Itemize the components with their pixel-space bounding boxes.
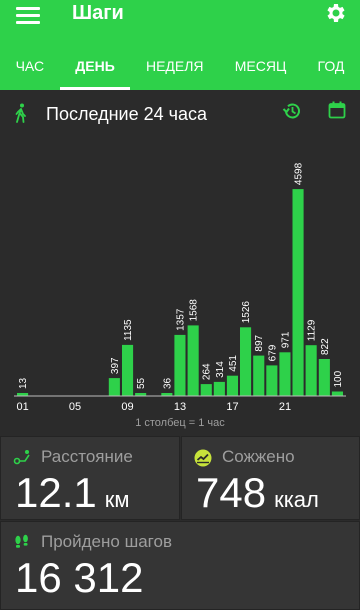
steps-value: 16 312 — [15, 554, 144, 601]
bar-value-label: 897 — [254, 334, 265, 351]
tab-week[interactable]: НЕДЕЛЯ — [130, 48, 219, 90]
bar-value-label: 1568 — [189, 299, 200, 322]
burned-card[interactable]: Сожжено 748 ккал — [181, 436, 360, 520]
menu-icon[interactable] — [16, 4, 40, 24]
burned-value-row: 748 ккал — [196, 469, 319, 524]
distance-value-row: 12.1 км — [15, 469, 130, 524]
period-bar: Последние 24 часа — [0, 93, 360, 133]
distance-value: 12.1 — [15, 469, 97, 516]
bar-value-label: 1129 — [307, 319, 318, 341]
burned-unit: ккал — [274, 487, 319, 512]
chart-bar — [305, 345, 317, 396]
flame-icon — [194, 449, 212, 467]
chart-footnote: 1 столбец = 1 час — [135, 417, 225, 429]
period-tabs: ЧАС ДЕНЬ НЕДЕЛЯ МЕСЯЦ ГОД — [0, 48, 360, 90]
chart-bar — [122, 344, 134, 396]
bar-value-label: 822 — [320, 338, 331, 355]
bar-value-label: 13 — [18, 377, 29, 389]
chart-bar — [200, 384, 212, 396]
chart-bar — [174, 334, 186, 396]
bar-value-label: 971 — [281, 331, 292, 348]
chart-bar — [318, 359, 330, 396]
app-bar: Шаги ЧАС ДЕНЬ НЕДЕЛЯ МЕСЯЦ ГОД — [0, 0, 360, 90]
burned-label: Сожжено — [222, 447, 295, 466]
x-tick-label: 05 — [69, 401, 81, 413]
history-icon[interactable] — [282, 101, 302, 121]
chart-bar — [226, 375, 238, 396]
bar-value-label: 36 — [162, 377, 173, 389]
bar-value-label: 397 — [110, 357, 121, 374]
x-tick-label: 01 — [16, 401, 28, 413]
distance-label: Расстояние — [41, 447, 133, 466]
burned-value: 748 — [196, 469, 267, 516]
calendar-icon[interactable] — [328, 101, 346, 119]
chart-bar — [292, 189, 304, 396]
steps-label: Пройдено шагов — [41, 532, 172, 551]
hourly-steps-chart: 13 397 1135 55 36 1357 1568 264 314 451 1526 897 679… — [0, 140, 360, 430]
chart-bar — [187, 325, 199, 396]
bar-value-label: 314 — [215, 361, 226, 378]
x-tick-label: 21 — [279, 401, 291, 413]
tab-month[interactable]: МЕСЯЦ — [219, 48, 302, 90]
walk-icon — [15, 103, 26, 123]
steps-card[interactable]: Пройдено шагов 16 312 — [0, 521, 360, 610]
chart-bar — [266, 365, 278, 396]
steps-icon — [15, 534, 28, 548]
footprints-icon — [13, 450, 30, 465]
x-tick-label: 09 — [121, 401, 133, 413]
chart-bar — [108, 378, 120, 396]
tab-day[interactable]: ДЕНЬ — [59, 48, 131, 90]
app-title: Шаги — [72, 2, 124, 24]
chart-bar — [331, 391, 343, 396]
chart-canvas: 13 397 1135 55 36 1357 1568 264 314 451 1526897679… — [14, 162, 346, 429]
bar-value-label: 55 — [136, 377, 147, 389]
bar-value-label: 1357 — [176, 308, 187, 331]
chart-bar — [240, 327, 252, 396]
distance-unit: км — [104, 487, 130, 512]
chart-bar — [279, 352, 291, 396]
x-tick-label: 17 — [226, 401, 238, 413]
bar-value-label: 451 — [228, 355, 239, 372]
bar-value-label: 679 — [267, 344, 278, 361]
x-tick-label: 13 — [174, 401, 186, 413]
chart-bar — [253, 355, 265, 396]
bar-value-label: 1526 — [241, 301, 252, 324]
period-label: Последние 24 часа — [46, 104, 207, 124]
stats-cards: Расстояние 12.1 км Сожжено 748 ккал Пройде… — [0, 436, 360, 610]
chart-bar — [213, 381, 225, 396]
bar-value-label: 264 — [202, 363, 213, 380]
tab-year[interactable]: ГОД — [302, 48, 360, 90]
bar-value-label: 4598 — [294, 162, 305, 185]
gear-icon[interactable] — [324, 1, 348, 25]
tab-hour[interactable]: ЧАС — [0, 48, 60, 90]
bar-value-label: 100 — [333, 370, 344, 387]
bar-value-label: 1135 — [123, 319, 134, 341]
distance-card[interactable]: Расстояние 12.1 км — [0, 436, 180, 520]
